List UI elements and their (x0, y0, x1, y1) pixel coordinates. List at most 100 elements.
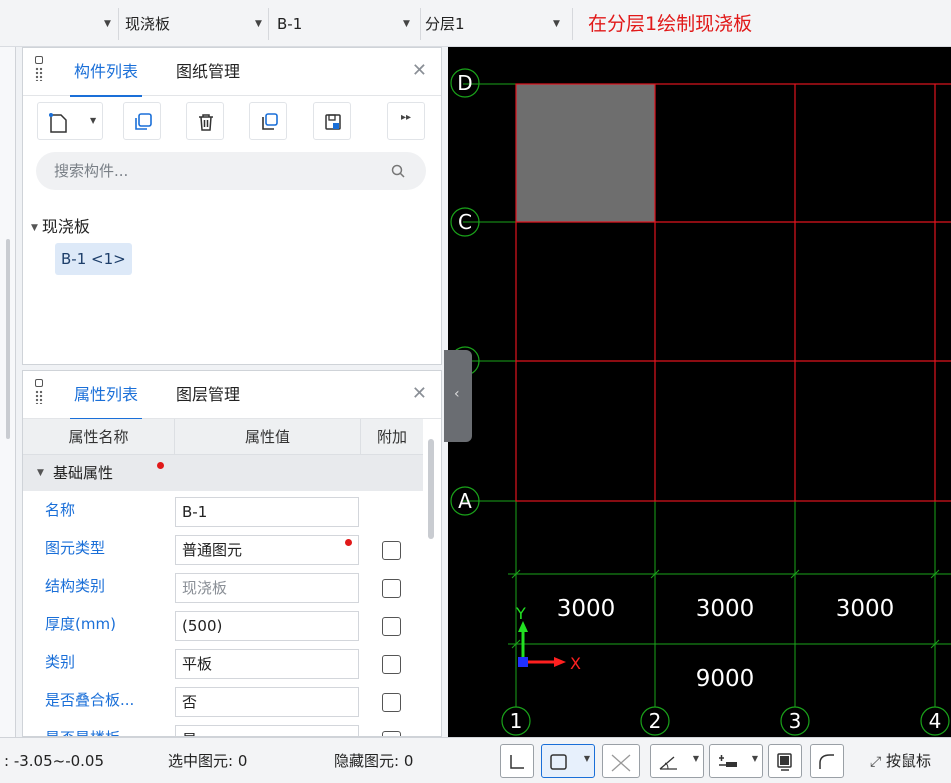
ucs-y-label: Y (515, 604, 526, 623)
floor-plan-drawing[interactable]: D C B A 1 2 3 4 3000 3000 3000 9000 Y X (448, 47, 951, 737)
ucs-x-label: X (570, 654, 581, 673)
property-value-field[interactable]: 是 (175, 725, 359, 736)
dimension-text-total: 9000 (696, 666, 755, 692)
display-icon (777, 753, 792, 771)
property-row: 厚度(mm) (500) (23, 605, 423, 643)
panel-tabs: 构件列表 图纸管理 ✕ (23, 48, 441, 97)
property-table-header: 属性名称 属性值 附加 (23, 419, 423, 455)
property-name: 类别 (45, 653, 76, 671)
property-row: 图元类型 普通图元 (23, 529, 423, 567)
axis-bubble-4: 4 (920, 706, 950, 736)
chevron-down-icon: ▼ (692, 754, 699, 763)
property-table: 属性名称 属性值 附加 ▼ 基础属性 名称 B-1 图元类型 普通图元 结构类别… (23, 419, 423, 736)
delete-component-button[interactable] (186, 102, 224, 140)
component-type-select[interactable]: 现浇板 ▼ (125, 8, 265, 40)
tree-node-selected[interactable]: B-1 <1> (55, 243, 132, 275)
floor-layer-value: 分层1 (425, 15, 465, 33)
additional-checkbox[interactable] (382, 693, 401, 712)
chevron-down-icon: ▼ (553, 19, 560, 29)
more-button[interactable]: ▸▸ (387, 102, 425, 140)
search-icon[interactable] (391, 164, 405, 178)
hidden-count: 隐藏图元: 0 (334, 752, 414, 770)
additional-checkbox[interactable] (382, 655, 401, 674)
chevron-down-icon: ▼ (255, 19, 262, 29)
property-name: 名称 (45, 501, 76, 519)
chevron-down-icon[interactable]: ▼ (31, 223, 38, 233)
slab-element[interactable] (516, 84, 655, 222)
component-type-value: 现浇板 (125, 15, 171, 33)
modified-dot-icon (345, 539, 352, 546)
ortho-button[interactable] (500, 744, 534, 778)
tree-node-label: 现浇板 (41, 217, 90, 236)
property-name: 是否叠合板... (45, 691, 135, 709)
top-toolbar: ▼ 现浇板 ▼ B-1 ▼ 分层1 ▼ 在分层1绘制现浇板 (0, 0, 951, 47)
mouse-hint[interactable]: ⤢ 按鼠标 (870, 738, 931, 783)
offset-icon (719, 755, 737, 767)
component-search-input[interactable] (36, 152, 426, 190)
curve-button[interactable] (810, 744, 844, 778)
panel-lock-grip-icon[interactable] (33, 379, 45, 405)
expand-arrows-icon: ⤢ (870, 754, 882, 770)
toolbar-divider (118, 8, 119, 40)
offset-button[interactable]: ▼ (709, 744, 763, 778)
left-side-strip (0, 47, 16, 737)
panel-collapse-handle[interactable]: ‹ (444, 350, 472, 442)
tab-component-list[interactable]: 构件列表 (69, 48, 143, 97)
toolbar-divider (268, 8, 269, 40)
angle-icon (659, 756, 677, 770)
layer-copy-button[interactable] (249, 102, 287, 140)
additional-checkbox[interactable] (382, 617, 401, 636)
additional-checkbox[interactable] (382, 579, 401, 598)
header-property-value: 属性值 (175, 419, 361, 455)
property-group-label: 基础属性 (53, 464, 114, 482)
additional-checkbox[interactable] (382, 541, 401, 560)
drawing-canvas[interactable]: D C B A 1 2 3 4 3000 3000 3000 9000 Y X (448, 47, 951, 737)
property-value-text: 普通图元 (182, 541, 243, 559)
chevron-down-icon[interactable]: ▼ (37, 455, 44, 491)
floor-layer-select[interactable]: 分层1 ▼ (425, 8, 570, 40)
property-row: 类别 平板 (23, 643, 423, 681)
axis-label-3: 3 (789, 709, 802, 733)
header-property-name: 属性名称 (23, 419, 175, 455)
tab-property-list[interactable]: 属性列表 (69, 371, 143, 420)
component-name-value: B-1 (277, 15, 303, 33)
scrollbar[interactable] (6, 239, 10, 439)
new-component-button[interactable]: ▼ (37, 102, 103, 140)
angle-button[interactable]: ▼ (650, 744, 704, 778)
close-icon[interactable]: ✕ (412, 60, 427, 81)
display-button[interactable] (768, 744, 802, 778)
save-component-button[interactable] (313, 102, 351, 140)
property-value-field[interactable]: 平板 (175, 649, 359, 679)
cross-snap-button[interactable] (602, 744, 640, 778)
dimension-text-span-3: 3000 (836, 596, 895, 622)
curve-icon (819, 754, 834, 769)
chevron-down-icon: ▼ (403, 19, 410, 29)
property-group-basic[interactable]: ▼ 基础属性 (23, 455, 423, 491)
panel-tabs: 属性列表 图层管理 ✕ (23, 371, 441, 420)
cross-icon (611, 754, 631, 772)
axis-bubble-2: 2 (640, 706, 670, 736)
scrollbar[interactable] (428, 439, 434, 539)
property-row: 结构类别 现浇板 (23, 567, 423, 605)
snap-box-icon (550, 754, 567, 770)
tab-layer-management[interactable]: 图层管理 (176, 371, 240, 419)
property-value-field[interactable]: 普通图元 (175, 535, 359, 565)
tab-drawing-management[interactable]: 图纸管理 (176, 48, 240, 96)
layer-type-dropdown-arrow[interactable]: ▼ (100, 8, 120, 40)
axis-bubble-3: 3 (780, 706, 810, 736)
snap-button[interactable]: ▼ (541, 744, 595, 778)
close-icon[interactable]: ✕ (412, 383, 427, 404)
new-doc-icon (49, 113, 67, 133)
copy-component-button[interactable] (123, 102, 161, 140)
property-value-field[interactable]: 否 (175, 687, 359, 717)
property-row: 是否是楼板 是 (23, 719, 423, 736)
panel-lock-grip-icon[interactable] (33, 56, 45, 82)
component-name-select[interactable]: B-1 ▼ (277, 8, 417, 40)
property-name: 图元类型 (45, 539, 106, 557)
property-value-field[interactable]: B-1 (175, 497, 359, 527)
tree-node-root[interactable]: ▼ 现浇板 (31, 213, 90, 237)
property-name: 结构类别 (45, 577, 106, 595)
property-value-field[interactable]: (500) (175, 611, 359, 641)
chevron-down-icon: ▼ (90, 116, 97, 125)
layer-copy-icon (262, 113, 278, 130)
